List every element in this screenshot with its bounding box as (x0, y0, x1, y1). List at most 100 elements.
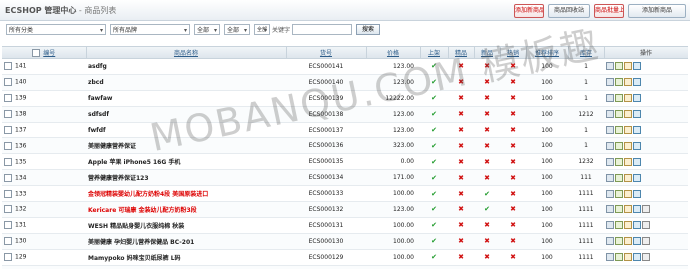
col-header-hot[interactable]: 热销 (500, 47, 527, 59)
cross-icon[interactable]: ✖ (510, 221, 516, 229)
hot-toggle[interactable]: ✖ (500, 58, 526, 75)
cell-price[interactable]: 0.00 (366, 153, 420, 171)
cross-icon[interactable]: ✖ (458, 126, 464, 134)
col-header-price[interactable]: 价格 (366, 47, 421, 59)
edit-icon[interactable] (615, 237, 623, 246)
cell-price[interactable]: 12222.00 (366, 90, 420, 107)
cell-sku[interactable]: ECS000139 (286, 90, 366, 107)
best-toggle[interactable]: ✖ (448, 265, 474, 269)
hot-toggle[interactable]: ✖ (500, 90, 526, 107)
cell-price[interactable]: 100.00 (366, 233, 420, 250)
edit-icon[interactable] (615, 78, 623, 87)
hot-toggle[interactable]: ✖ (500, 106, 526, 123)
select-all-checkbox[interactable] (32, 49, 41, 58)
row-checkbox[interactable] (4, 62, 12, 71)
cell-name[interactable]: fawfaw (86, 90, 286, 107)
cross-icon[interactable]: ✖ (510, 205, 516, 213)
new-toggle[interactable]: ✖ (474, 90, 500, 107)
cell-stock[interactable]: 1 (568, 137, 604, 155)
copy-icon[interactable] (624, 189, 632, 198)
product-icon[interactable] (642, 237, 650, 246)
onsale-toggle[interactable]: ✔ (420, 106, 448, 123)
cell-name[interactable]: sdfsdf (86, 106, 286, 123)
best-toggle[interactable]: ✖ (448, 122, 474, 139)
cell-stock[interactable]: 1 (568, 122, 604, 139)
filter-select-5[interactable]: 全部 (254, 24, 270, 35)
view-icon[interactable] (606, 62, 614, 71)
best-toggle[interactable]: ✖ (448, 169, 474, 187)
edit-icon[interactable] (615, 189, 623, 198)
cell-sort[interactable]: 100 (526, 74, 568, 91)
view-icon[interactable] (606, 221, 614, 230)
trash-icon[interactable] (633, 189, 641, 198)
cell-sort[interactable]: 100 (526, 106, 568, 123)
brand-select[interactable]: 所有品牌 (110, 24, 190, 35)
copy-icon[interactable] (624, 205, 632, 214)
new-toggle[interactable]: ✖ (474, 249, 500, 266)
new-toggle[interactable]: ✔ (474, 201, 500, 218)
category-select[interactable]: 所有分类 (6, 24, 106, 35)
copy-icon[interactable] (624, 237, 632, 246)
hot-toggle[interactable]: ✖ (500, 217, 526, 234)
cell-stock[interactable]: 1111 (568, 265, 604, 269)
cell-price[interactable]: 100.00 (366, 185, 420, 203)
row-checkbox[interactable] (4, 126, 12, 134)
header-button-3[interactable]: 商品批量上传 (594, 4, 624, 18)
view-icon[interactable] (606, 253, 614, 262)
cross-icon[interactable]: ✖ (458, 110, 464, 118)
check-icon[interactable]: ✔ (431, 158, 437, 166)
cross-icon[interactable]: ✖ (510, 110, 516, 118)
cross-icon[interactable]: ✖ (484, 237, 490, 245)
new-toggle[interactable]: ✖ (474, 58, 500, 75)
check-icon[interactable]: ✔ (431, 62, 437, 70)
cell-sort[interactable]: 100 (526, 265, 568, 269)
cell-sku[interactable]: ECS000138 (286, 106, 366, 123)
cross-icon[interactable]: ✖ (458, 94, 464, 102)
cross-icon[interactable]: ✖ (510, 237, 516, 245)
onsale-toggle[interactable]: ✔ (420, 137, 448, 155)
cell-sku[interactable]: ECS000133 (286, 185, 366, 203)
new-toggle[interactable]: ✖ (474, 169, 500, 187)
best-toggle[interactable]: ✖ (448, 201, 474, 218)
new-toggle[interactable]: ✖ (474, 74, 500, 91)
new-toggle[interactable]: ✖ (474, 122, 500, 139)
cell-sort[interactable]: 100 (526, 217, 568, 234)
view-icon[interactable] (606, 78, 614, 87)
cell-sort[interactable]: 100 (526, 185, 568, 203)
cell-stock[interactable]: 111 (568, 169, 604, 187)
best-toggle[interactable]: ✖ (448, 185, 474, 203)
col-header-best[interactable]: 精品 (448, 47, 475, 59)
onsale-toggle[interactable]: ✔ (420, 233, 448, 250)
product-icon[interactable] (642, 221, 650, 230)
edit-icon[interactable] (615, 173, 623, 182)
view-icon[interactable] (606, 173, 614, 182)
copy-icon[interactable] (624, 141, 632, 150)
edit-icon[interactable] (615, 94, 623, 103)
cell-price[interactable]: 323.00 (366, 137, 420, 155)
row-checkbox[interactable] (4, 205, 12, 214)
check-icon[interactable]: ✔ (431, 205, 437, 213)
cell-stock[interactable]: 1111 (568, 249, 604, 266)
col-header-id[interactable]: 编号 (2, 47, 87, 59)
hot-toggle[interactable]: ✖ (500, 137, 526, 155)
cell-sort[interactable]: 100 (526, 122, 568, 139)
hot-toggle[interactable]: ✖ (500, 74, 526, 91)
edit-icon[interactable] (615, 253, 623, 262)
check-icon[interactable]: ✔ (431, 78, 437, 86)
onsale-toggle[interactable]: ✔ (420, 265, 448, 269)
row-checkbox[interactable] (4, 173, 12, 182)
cell-sku[interactable]: ECS000129 (286, 249, 366, 266)
row-checkbox[interactable] (4, 157, 12, 166)
onsale-toggle[interactable]: ✔ (420, 74, 448, 91)
cell-sort[interactable]: 100 (526, 201, 568, 218)
new-toggle[interactable]: ✔ (474, 185, 500, 203)
view-icon[interactable] (606, 237, 614, 246)
col-header-name[interactable]: 商品名称 (86, 47, 287, 59)
best-toggle[interactable]: ✖ (448, 106, 474, 123)
hot-toggle[interactable]: ✖ (500, 153, 526, 171)
col-header-stock[interactable]: 库存 (568, 47, 605, 59)
cell-sku[interactable]: ECS000134 (286, 169, 366, 187)
product-icon[interactable] (642, 205, 650, 214)
cell-price[interactable]: 171.00 (366, 169, 420, 187)
hot-toggle[interactable]: ✖ (500, 265, 526, 269)
